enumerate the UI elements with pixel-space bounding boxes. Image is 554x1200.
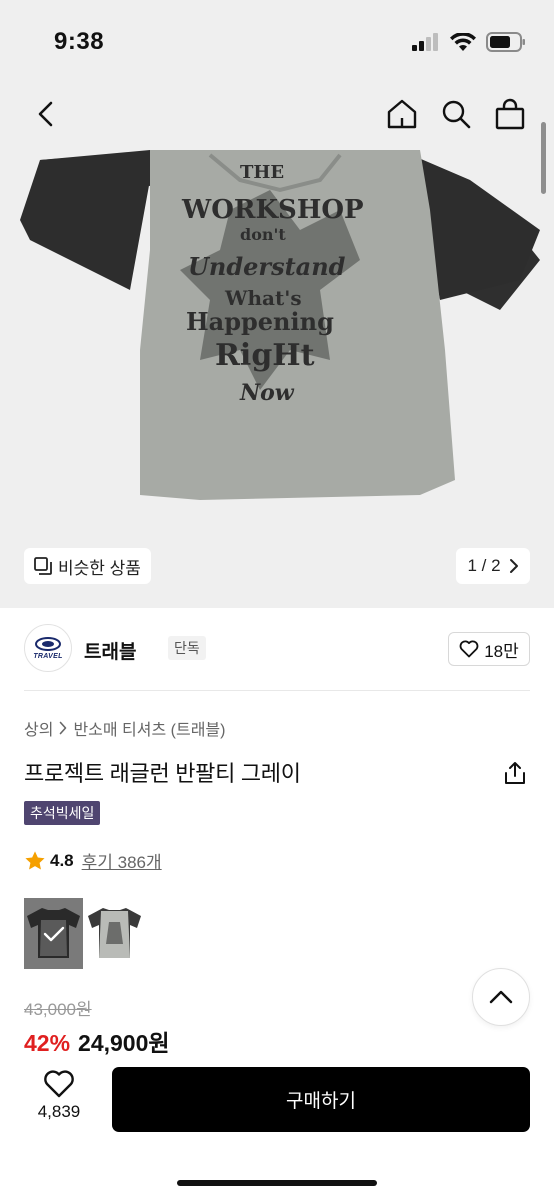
- status-time: 9:38: [54, 28, 105, 55]
- color-variants: [24, 898, 144, 969]
- svg-text:Now: Now: [239, 380, 295, 406]
- pager-text: 1 / 2: [467, 556, 501, 575]
- variant-thumbnail-gray: [88, 908, 141, 958]
- svg-text:THE: THE: [240, 162, 284, 183]
- svg-text:don't: don't: [240, 225, 286, 244]
- final-price: 24,900원: [78, 1030, 170, 1056]
- cellular-signal-icon: [412, 33, 438, 51]
- review-count-link[interactable]: 후기 386개: [82, 848, 162, 873]
- wish-button[interactable]: 4,839: [24, 1070, 94, 1122]
- nav-actions: [382, 94, 530, 134]
- brand-like-button[interactable]: 18만: [448, 632, 530, 666]
- copy-icon: [34, 557, 52, 575]
- brand-like-count: 18만: [484, 641, 519, 661]
- home-button[interactable]: [382, 94, 422, 134]
- breadcrumb: 상의 반소매 티셔츠 (트래블): [24, 716, 225, 740]
- similar-products-button[interactable]: 비슷한 상품: [24, 548, 151, 584]
- status-icons: [412, 32, 526, 52]
- selected-check: [24, 898, 83, 969]
- heart-icon: [459, 640, 479, 658]
- breadcrumb-category[interactable]: 상의: [24, 716, 53, 740]
- shopping-bag-icon: [495, 98, 525, 130]
- breadcrumb-subcategory[interactable]: 반소매 티셔츠 (트래블): [73, 716, 225, 740]
- heart-icon: [44, 1070, 74, 1098]
- brand-logo-text: TRAVEL: [33, 653, 63, 660]
- buy-button[interactable]: 구매하기: [112, 1067, 530, 1132]
- battery-icon: [486, 32, 525, 52]
- discount-rate: 42%: [24, 1030, 71, 1056]
- svg-text:Understand: Understand: [188, 252, 346, 281]
- star-icon: [25, 850, 45, 870]
- brand-logo-mark-icon: [35, 637, 61, 651]
- home-icon: [387, 99, 417, 129]
- rating-score: 4.8: [50, 850, 74, 870]
- brand-logo[interactable]: TRAVEL: [24, 624, 72, 672]
- svg-text:WORKSHOP: WORKSHOP: [181, 195, 364, 225]
- home-indicator: [177, 1180, 377, 1186]
- chevron-right-icon: [60, 721, 67, 735]
- variant-option-selected[interactable]: [24, 898, 83, 969]
- similar-products-label: 비슷한 상품: [58, 558, 141, 578]
- status-bar: 9:38: [0, 0, 554, 88]
- checkmark-icon: [43, 926, 64, 941]
- brand-name[interactable]: 트래블: [84, 637, 136, 664]
- wish-count: 4,839: [37, 1102, 81, 1121]
- search-button[interactable]: [436, 94, 476, 134]
- wifi-icon: [450, 33, 476, 51]
- original-price: 43,000원: [24, 1000, 92, 1019]
- chevron-right-icon: [509, 559, 518, 573]
- sale-event-tag: 추석빅세일: [24, 801, 101, 825]
- bottom-action-bar: 4,839 구매하기: [0, 1056, 554, 1200]
- product-title: 프로젝트 래글런 반팔티 그레이: [24, 761, 301, 786]
- svg-text:Happening: Happening: [186, 307, 334, 336]
- search-icon: [442, 100, 471, 129]
- share-icon: [505, 762, 525, 784]
- rating-row: 4.8 후기 386개: [24, 848, 162, 873]
- product-image: THE WORKSHOP don't Understand What's Hap…: [20, 150, 540, 500]
- exclusive-badge: 단독: [168, 636, 206, 660]
- price-row: 42% 24,900원: [24, 1024, 170, 1058]
- brand-row: TRAVEL 트래블 단독 18만: [24, 624, 530, 674]
- chevron-left-icon: [38, 101, 53, 127]
- scroll-to-top-button[interactable]: [472, 968, 530, 1026]
- scroll-indicator: [541, 122, 546, 194]
- divider: [24, 690, 530, 691]
- image-pager[interactable]: 1 / 2: [456, 548, 530, 584]
- top-nav-bar: [0, 88, 554, 140]
- share-button[interactable]: [500, 758, 530, 788]
- svg-text:RigHt: RigHt: [215, 338, 315, 373]
- cart-button[interactable]: [490, 94, 530, 134]
- chevron-up-icon: [489, 990, 513, 1004]
- variant-option-gray[interactable]: [85, 898, 144, 969]
- back-button[interactable]: [26, 94, 66, 134]
